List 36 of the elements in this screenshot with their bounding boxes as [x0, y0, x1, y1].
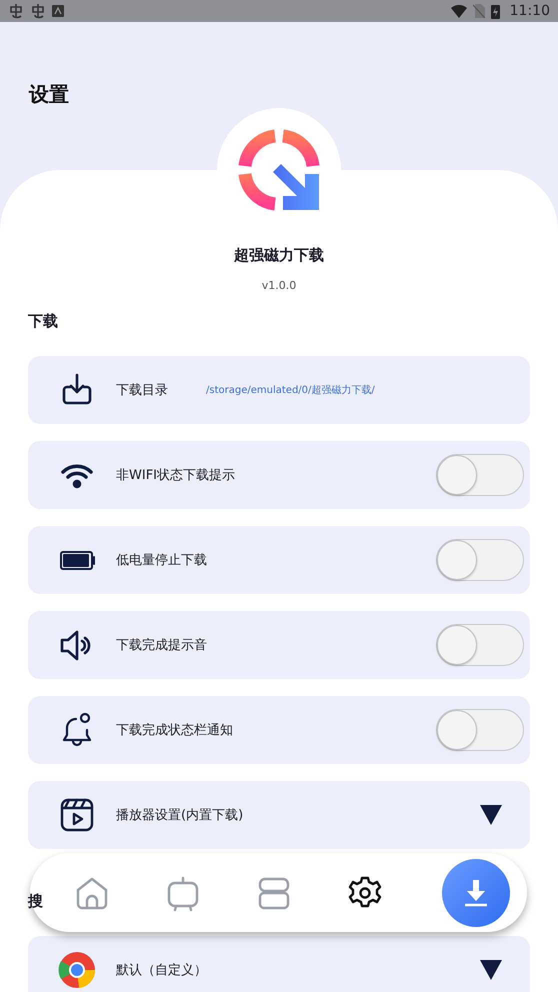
notification-icon [30, 3, 46, 19]
setting-row[interactable]: 播放器设置(内置下载) [28, 781, 530, 849]
notification-icon [8, 3, 24, 19]
setting-label: 非WIFI状态下载提示 [116, 467, 235, 484]
setting-label: 下载完成提示音 [116, 637, 207, 654]
setting-label: 下载完成状态栏通知 [116, 722, 233, 739]
setting-row[interactable]: 默认（自定义） [28, 936, 530, 992]
setting-row[interactable]: 下载完成提示音 [28, 611, 530, 679]
app-version: v1.0.0 [260, 279, 298, 293]
setting-row[interactable]: 下载目录 /storage/emulated/0/超强磁力下载/ [28, 356, 530, 424]
wifi-signal-icon [450, 4, 467, 18]
section-title: 搜 [28, 891, 43, 911]
battery-charging-icon [490, 4, 500, 18]
no-sim-icon [472, 4, 485, 18]
setting-label: 低电量停止下载 [116, 552, 207, 569]
toggle-switch[interactable] [436, 709, 524, 751]
setting-row[interactable]: 下载完成状态栏通知 [28, 696, 530, 764]
app-name: 超强磁力下载 [233, 245, 325, 265]
toggle-switch[interactable] [436, 624, 524, 666]
caret-icon[interactable] [480, 805, 502, 825]
toggle-switch[interactable] [436, 539, 524, 581]
browser-icon [58, 951, 96, 989]
download-button[interactable] [442, 858, 510, 926]
app-icon [52, 5, 64, 17]
clock: 11:10 [510, 3, 550, 19]
setting-label: 播放器设置(内置下载) [116, 807, 244, 824]
video-icon [58, 796, 96, 834]
setting-row[interactable]: 非WIFI状态下载提示 [28, 441, 530, 509]
directory-path: /storage/emulated/0/超强磁力下载/ [206, 384, 375, 397]
setting-row[interactable]: 低电量停止下载 [28, 526, 530, 594]
caret-icon[interactable] [480, 960, 502, 980]
toggle-switch[interactable] [436, 454, 524, 496]
setting-label: 下载目录 [116, 382, 168, 399]
setting-label: 默认（自定义） [116, 962, 207, 979]
page-title: 设置 [29, 81, 70, 108]
section-title: 下载 [28, 311, 58, 331]
